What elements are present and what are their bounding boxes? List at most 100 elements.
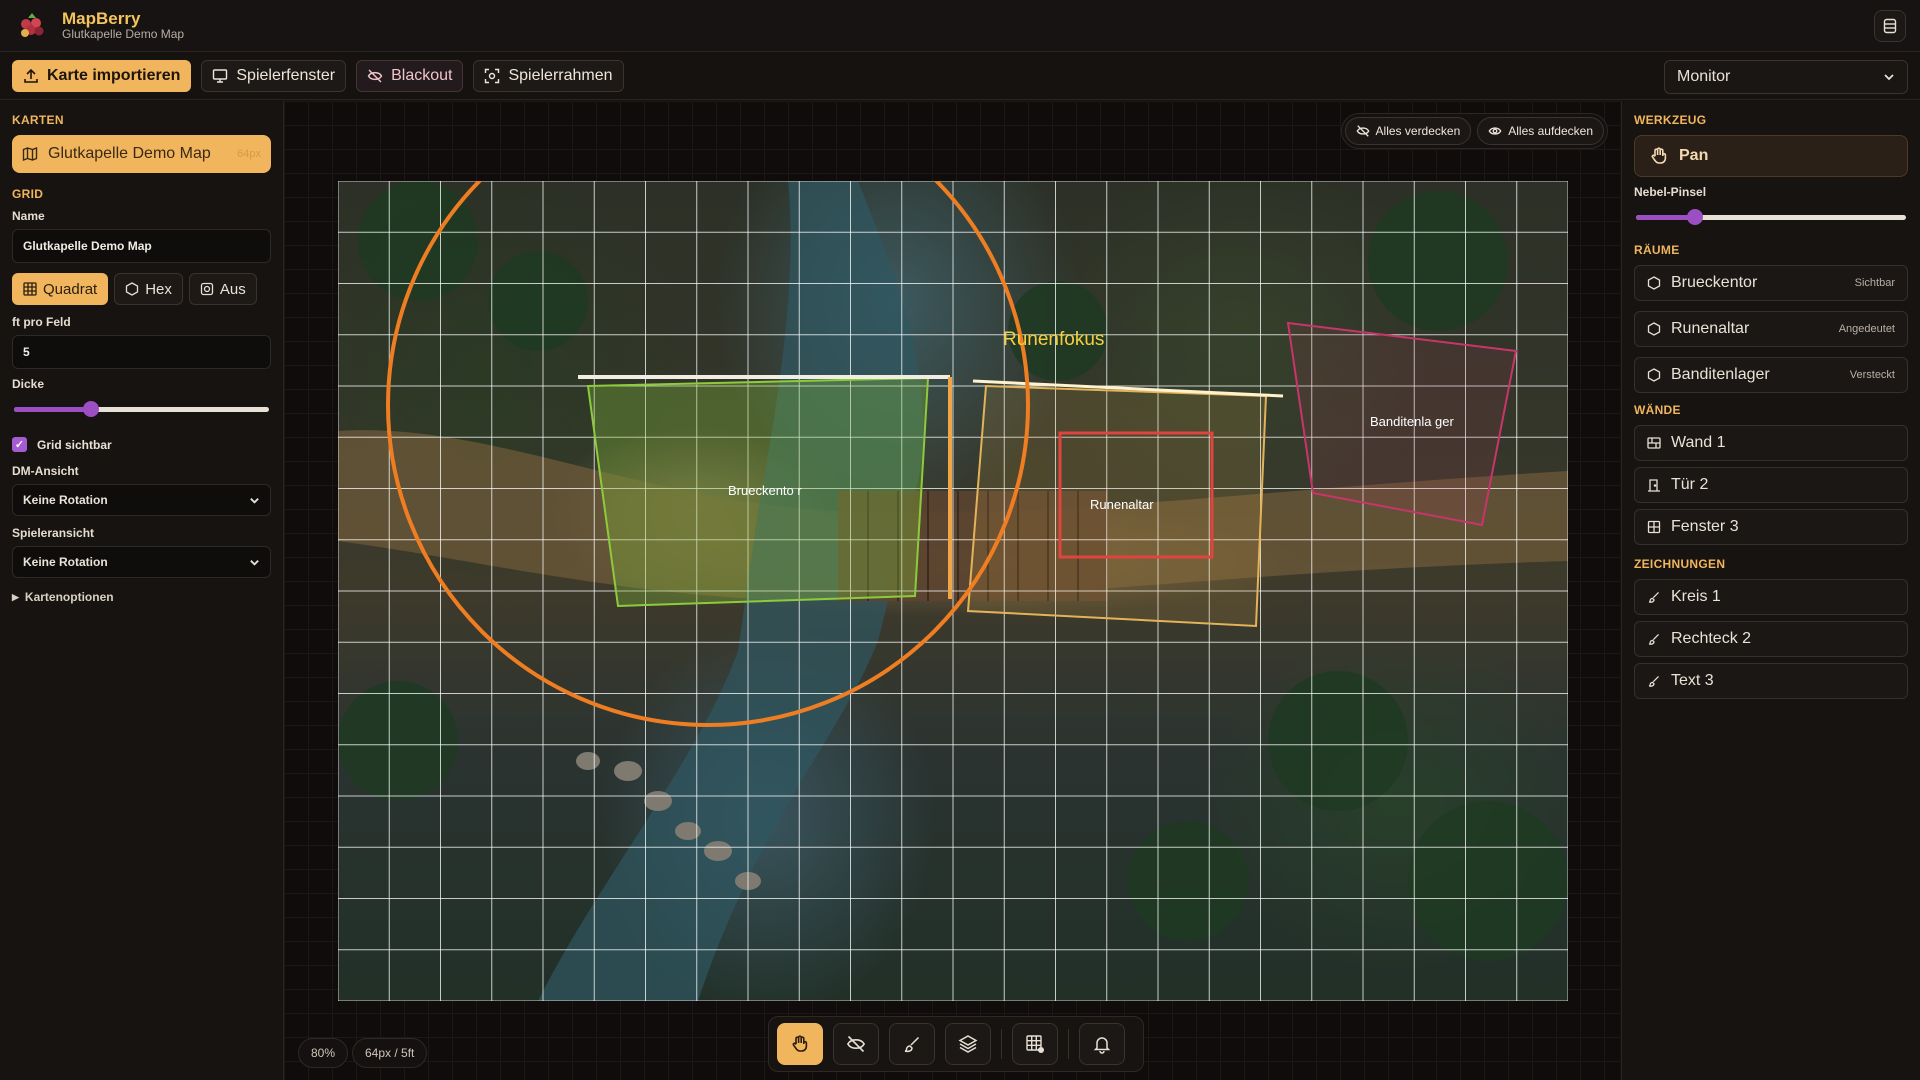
layers-icon: [958, 1035, 978, 1053]
thickness-slider-handle[interactable]: [82, 401, 99, 417]
grid-type-hex-button[interactable]: Hex: [114, 273, 183, 305]
database-icon: [1883, 18, 1897, 34]
wall-item[interactable]: Wand 1: [1634, 425, 1908, 461]
player-view-label: Spieleransicht: [12, 526, 95, 540]
hexagon-icon: [126, 282, 139, 296]
drawings-section-title: ZEICHNUNGEN: [1634, 557, 1726, 571]
dm-view-select[interactable]: Keine Rotation: [12, 484, 271, 516]
fog-brush-slider[interactable]: [1636, 205, 1906, 229]
maps-section-title: KARTEN: [12, 113, 64, 127]
fog-brush-label: Nebel-Pinsel: [1634, 185, 1707, 199]
room-overlays: Runenfokus Brueckento r Runenaltar Bandi…: [386, 181, 1518, 727]
monitor-select[interactable]: Monitor: [1664, 60, 1908, 94]
brush-icon: [1648, 592, 1659, 603]
pan-tool-item[interactable]: Pan: [1634, 135, 1908, 177]
chevron-down-icon: [250, 497, 259, 504]
room-label-brueckentor: Brueckento r: [728, 483, 802, 498]
main-toolbar: Karte importieren Spielerfenster Blackou…: [0, 52, 1920, 100]
grid-icon: [23, 282, 37, 296]
player-window-button[interactable]: Spielerfenster: [201, 59, 347, 92]
layers-tool-button[interactable]: [945, 1023, 991, 1065]
room-label-banditenlager: Banditenla ger: [1370, 414, 1455, 429]
grid-type-selector: Quadrat Hex Aus: [12, 273, 271, 305]
hide-all-button[interactable]: Alles verdecken: [1344, 117, 1472, 145]
door-item[interactable]: Tür 2: [1634, 467, 1908, 503]
player-frame-label: Spielerrahmen: [508, 66, 613, 84]
dm-view-label: DM-Ansicht: [12, 464, 79, 478]
reveal-all-button[interactable]: Alles aufdecken: [1477, 117, 1604, 145]
drawing-text-runenfokus[interactable]: Runenfokus: [1003, 329, 1104, 350]
grid-visible-checkbox[interactable]: ✓: [12, 437, 27, 452]
door-item-label: Tür 2: [1671, 476, 1709, 493]
hexagon-icon: [1647, 368, 1661, 382]
room-name: Banditenlager: [1671, 366, 1770, 383]
feet-per-cell-input[interactable]: 5: [12, 335, 271, 369]
map-options-toggle[interactable]: ▶ Kartenoptionen: [12, 590, 271, 604]
room-status: Sichtbar: [1854, 277, 1895, 289]
brush-tool-button[interactable]: [889, 1023, 935, 1065]
fog-brush-slider-handle[interactable]: [1687, 209, 1704, 225]
window-item[interactable]: Fenster 3: [1634, 509, 1908, 545]
walls-section-title: WÄNDE: [1634, 403, 1681, 417]
brush-icon: [1648, 676, 1659, 687]
eye-off-icon: [367, 69, 383, 82]
name-label: Name: [12, 209, 45, 223]
left-sidebar: KARTEN Glutkapelle Demo Map 64px GRID Na…: [0, 101, 284, 1080]
map-name-input[interactable]: Glutkapelle Demo Map: [12, 229, 271, 263]
map-canvas[interactable]: Runenfokus Brueckento r Runenaltar Bandi…: [284, 101, 1620, 1080]
tool-dock: [768, 1016, 1144, 1072]
tool-dock-divider: [1068, 1029, 1069, 1059]
eye-off-icon: [1356, 125, 1369, 137]
grid-type-off-button[interactable]: Aus: [188, 273, 257, 305]
grid-type-hex-label: Hex: [145, 280, 172, 298]
room-label-runenaltar: Runenaltar: [1090, 497, 1154, 512]
player-frame-button[interactable]: Spielerrahmen: [473, 59, 624, 92]
drawing-item-label: Rechteck 2: [1671, 630, 1752, 647]
map-list-item[interactable]: Glutkapelle Demo Map 64px: [12, 135, 271, 173]
import-map-button[interactable]: Karte importieren: [12, 59, 192, 92]
monitor-select-value: Monitor: [1677, 68, 1731, 85]
hand-icon: [792, 1035, 808, 1052]
grid-visible-toggle[interactable]: ✓ Grid sichtbar: [12, 437, 271, 452]
brush-icon: [1648, 634, 1659, 645]
map-list-item-name: Glutkapelle Demo Map: [48, 145, 211, 162]
battle-map-image[interactable]: Runenfokus Brueckento r Runenaltar Bandi…: [338, 181, 1568, 1001]
room-item-banditenlager[interactable]: Banditenlager Versteckt: [1634, 357, 1908, 393]
drawing-item-label: Kreis 1: [1671, 588, 1721, 605]
top-bar: MapBerry Glutkapelle Demo Map: [0, 0, 1920, 52]
dm-view-select-value: Keine Rotation: [23, 493, 108, 507]
off-icon: [200, 282, 214, 296]
caret-right-icon: ▶: [12, 591, 19, 602]
map-options-label: Kartenoptionen: [24, 590, 114, 604]
eye-off-icon: [846, 1035, 866, 1053]
grid-type-square-button[interactable]: Quadrat: [12, 273, 109, 305]
room-item-brueckentor[interactable]: Brueckentor Sichtbar: [1634, 265, 1908, 301]
drawing-item[interactable]: Text 3: [1634, 663, 1908, 699]
map-icon: [22, 146, 38, 162]
grid-type-square-label: Quadrat: [43, 280, 98, 298]
room-status: Angedeutet: [1838, 323, 1895, 335]
tool-section-title: WERKZEUG: [1634, 113, 1707, 127]
door-icon: [1648, 479, 1660, 492]
pan-tool-button[interactable]: [777, 1023, 823, 1065]
thickness-slider[interactable]: [14, 397, 269, 421]
berry-logo-icon: [14, 8, 50, 44]
chevron-down-icon: [250, 559, 259, 566]
app-subtitle: Glutkapelle Demo Map: [62, 27, 185, 42]
chevron-down-icon: [1884, 74, 1894, 81]
player-view-select[interactable]: Keine Rotation: [12, 546, 271, 578]
wall-item-label: Wand 1: [1671, 434, 1726, 451]
frame-icon: [485, 68, 500, 83]
reveal-all-label: Alles aufdecken: [1508, 124, 1593, 138]
drawing-item[interactable]: Rechteck 2: [1634, 621, 1908, 657]
monitor-icon: [213, 68, 228, 83]
fog-tool-button[interactable]: [833, 1023, 879, 1065]
blackout-button[interactable]: Blackout: [356, 59, 464, 92]
drawing-item[interactable]: Kreis 1: [1634, 579, 1908, 615]
notifications-button[interactable]: [1079, 1023, 1125, 1065]
database-button[interactable]: [1874, 10, 1906, 42]
thickness-slider-fill: [14, 407, 91, 412]
room-item-runenaltar[interactable]: Runenaltar Angedeutet: [1634, 311, 1908, 347]
tool-dock-divider: [1001, 1029, 1002, 1059]
grid-tool-button[interactable]: [1012, 1023, 1058, 1065]
